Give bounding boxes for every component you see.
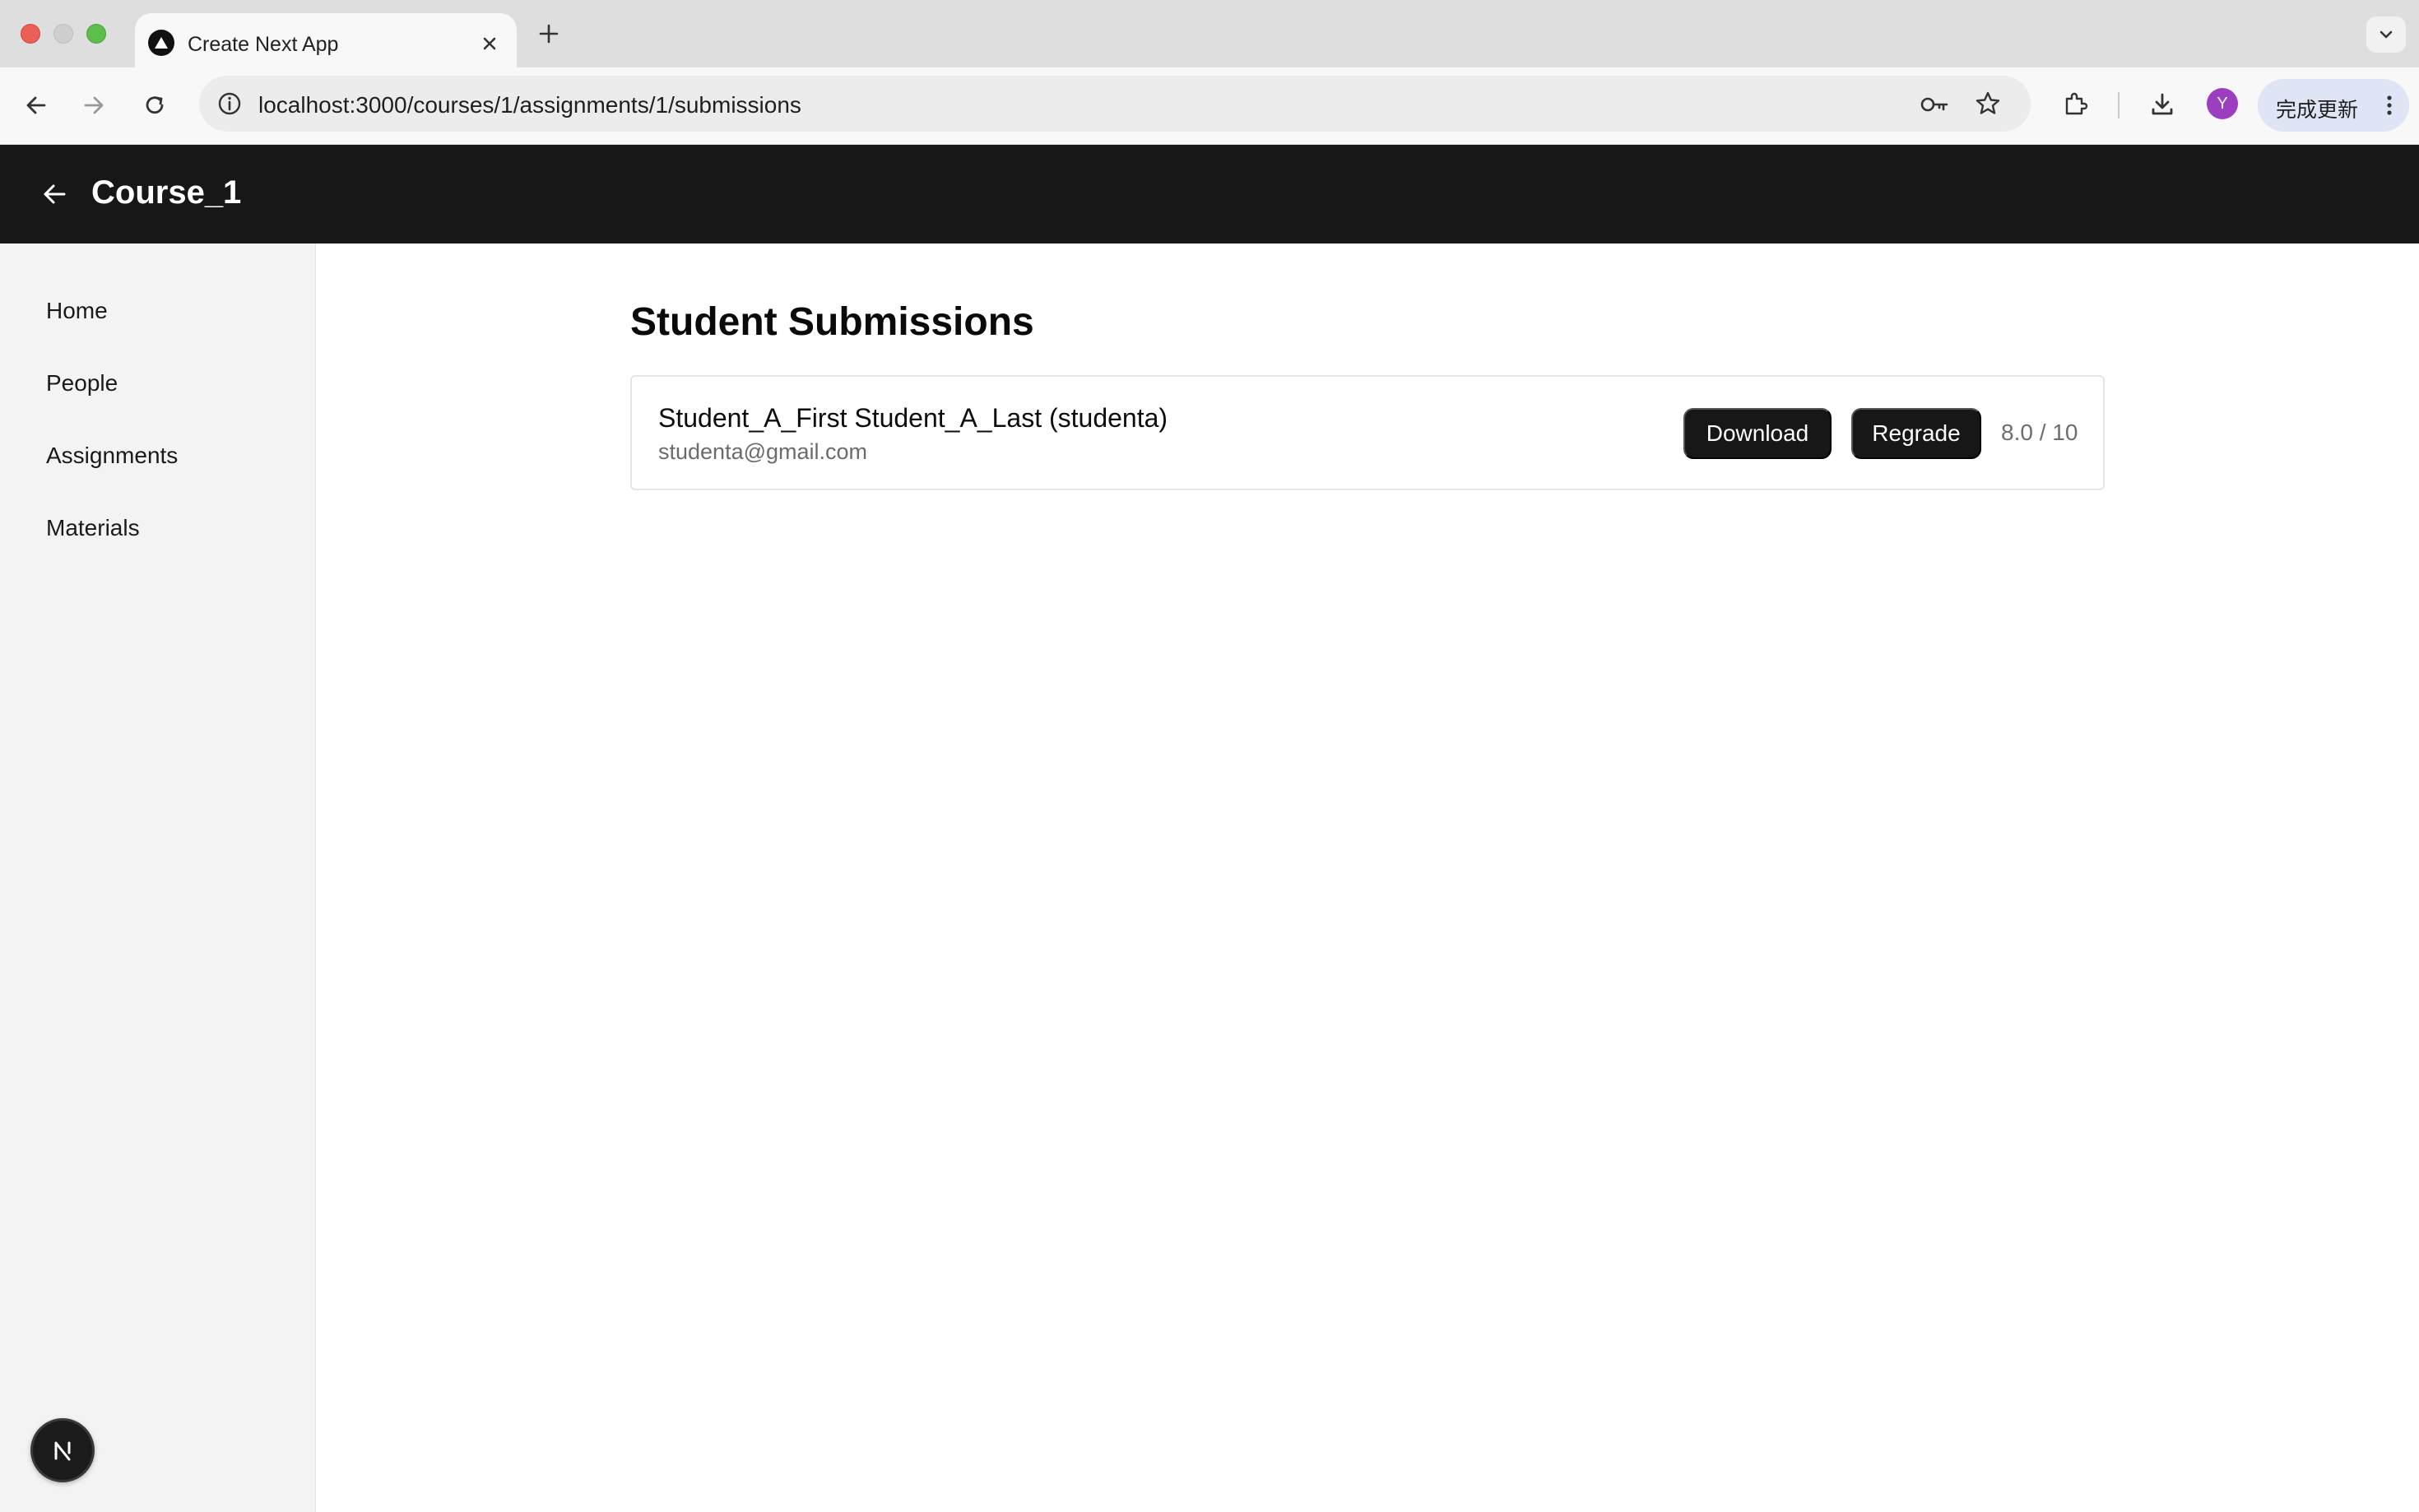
chevron-down-icon: [2380, 30, 2393, 39]
sidebar-item-assignments[interactable]: Assignments: [46, 443, 178, 469]
course-sidebar: Home People Assignments Materials: [0, 243, 316, 1512]
toolbar-separator: [2118, 92, 2120, 118]
address-url[interactable]: localhost:3000/courses/1/assignments/1/s…: [258, 92, 801, 118]
window-zoom-button[interactable]: [86, 24, 106, 44]
submission-score: 8.0 / 10: [2001, 420, 2078, 445]
star-icon[interactable]: [1973, 89, 2003, 118]
submission-card: Student_A_First Student_A_Last (studenta…: [630, 375, 2105, 490]
course-title: Course_1: [91, 174, 242, 211]
browser-tab-strip: Create Next App: [0, 0, 2419, 67]
page-title: Student Submissions: [630, 300, 1034, 344]
reload-icon[interactable]: [140, 90, 169, 120]
browser-tab-active[interactable]: Create Next App: [135, 13, 517, 67]
sidebar-item-materials[interactable]: Materials: [46, 515, 140, 541]
nextjs-logo-icon: [54, 1441, 71, 1461]
sidebar-item-people[interactable]: People: [46, 370, 118, 397]
forward-icon[interactable]: [79, 90, 109, 120]
nextjs-favicon-icon: [148, 30, 174, 56]
extensions-icon[interactable]: [2060, 90, 2090, 119]
profile-initial: Y: [2217, 94, 2228, 113]
tab-search-button[interactable]: [2366, 16, 2406, 53]
nextjs-dev-badge[interactable]: [30, 1418, 95, 1482]
regrade-button[interactable]: Regrade: [1851, 408, 1981, 459]
tab-title: Create Next App: [188, 33, 339, 56]
window-close-button[interactable]: [21, 24, 40, 44]
more-icon: [2380, 92, 2399, 118]
update-button[interactable]: 完成更新: [2258, 79, 2409, 132]
back-arrow-icon[interactable]: [39, 179, 69, 209]
profile-avatar[interactable]: Y: [2207, 88, 2238, 119]
window-minimize-button[interactable]: [53, 24, 73, 44]
key-icon[interactable]: [1919, 90, 1952, 118]
close-tab-icon[interactable]: [477, 31, 502, 56]
browser-toolbar: localhost:3000/courses/1/assignments/1/s…: [0, 67, 2419, 145]
new-tab-icon[interactable]: [535, 20, 563, 48]
student-email: studenta@gmail.com: [658, 439, 868, 464]
back-icon[interactable]: [21, 90, 51, 120]
address-bar[interactable]: localhost:3000/courses/1/assignments/1/s…: [199, 76, 2031, 132]
download-icon[interactable]: [2147, 90, 2177, 119]
student-name: Student_A_First Student_A_Last (studenta…: [658, 403, 1168, 433]
sidebar-item-home[interactable]: Home: [46, 298, 108, 324]
course-header: Course_1: [0, 145, 2419, 243]
update-button-label: 完成更新: [2276, 99, 2359, 122]
site-info-icon[interactable]: [216, 90, 244, 118]
download-button[interactable]: Download: [1683, 408, 1832, 459]
